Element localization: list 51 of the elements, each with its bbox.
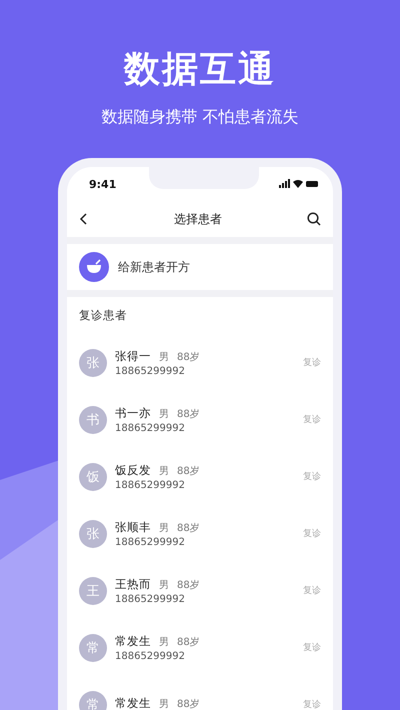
status-icons (279, 179, 319, 189)
patient-phone: 18865299992 (115, 650, 186, 662)
patient-gender: 男 (159, 464, 169, 478)
revisit-label: 复诊 (303, 470, 321, 483)
hero-title: 数据互通 (124, 48, 276, 92)
bowl-icon (79, 252, 109, 282)
page-title: 选择患者 (174, 210, 222, 228)
patient-gender: 男 (159, 408, 169, 420)
patient-name[interactable]: 常发生 (115, 634, 151, 648)
patient-age: 88岁 (177, 408, 200, 420)
patient-avatar: 常 (79, 690, 107, 710)
patient-avatar: 张 (79, 520, 107, 548)
revisit-label: 复诊 (303, 584, 321, 597)
patient-age: 88岁 (177, 350, 200, 364)
revisit-label: 复诊 (303, 642, 321, 654)
patient-age: 88岁 (177, 464, 200, 478)
back-icon[interactable] (79, 213, 89, 225)
patient-age: 88岁 (177, 698, 200, 710)
patient-phone: 18865299992 (115, 594, 186, 604)
search-icon[interactable] (307, 212, 321, 226)
patient-phone: 18865299992 (115, 536, 186, 548)
patient-avatar: 常 (79, 634, 107, 662)
patient-name[interactable]: 张顺丰 (115, 520, 151, 534)
revisit-label: 复诊 (303, 698, 321, 710)
patient-phone: 18865299992 (115, 480, 186, 490)
patient-avatar: 王 (79, 576, 107, 604)
revisit-label: 复诊 (303, 528, 321, 540)
status-time: 9:41 (89, 178, 118, 190)
patient-gender: 男 (159, 636, 169, 648)
patient-name[interactable]: 书一亦 (115, 406, 151, 420)
patient-avatar: 书 (79, 406, 107, 434)
patient-gender: 男 (159, 698, 169, 710)
patient-avatar: 张 (79, 348, 107, 376)
patient-name[interactable]: 常发生 (115, 696, 151, 710)
section-title: 复诊患者 (79, 308, 127, 323)
revisit-label: 复诊 (303, 414, 321, 426)
patient-gender: 男 (159, 522, 169, 534)
patient-gender: 男 (159, 578, 169, 592)
patient-phone: 18865299992 (115, 422, 186, 434)
patient-name[interactable]: 饭反发 (115, 462, 151, 478)
patient-age: 88岁 (177, 522, 200, 534)
revisit-label: 复诊 (303, 356, 321, 369)
patient-age: 88岁 (177, 636, 200, 648)
new-patient-link[interactable]: 给新患者开方 (118, 258, 190, 276)
patient-phone: 18865299992 (115, 366, 186, 376)
patient-name[interactable]: 张得一 (115, 348, 151, 364)
patient-age: 88岁 (177, 578, 200, 592)
patient-gender: 男 (159, 350, 169, 364)
hero-subtitle: 数据随身携带 不怕患者流失 (101, 106, 299, 128)
patient-avatar: 饭 (79, 462, 107, 490)
patient-name[interactable]: 王热而 (115, 576, 151, 592)
